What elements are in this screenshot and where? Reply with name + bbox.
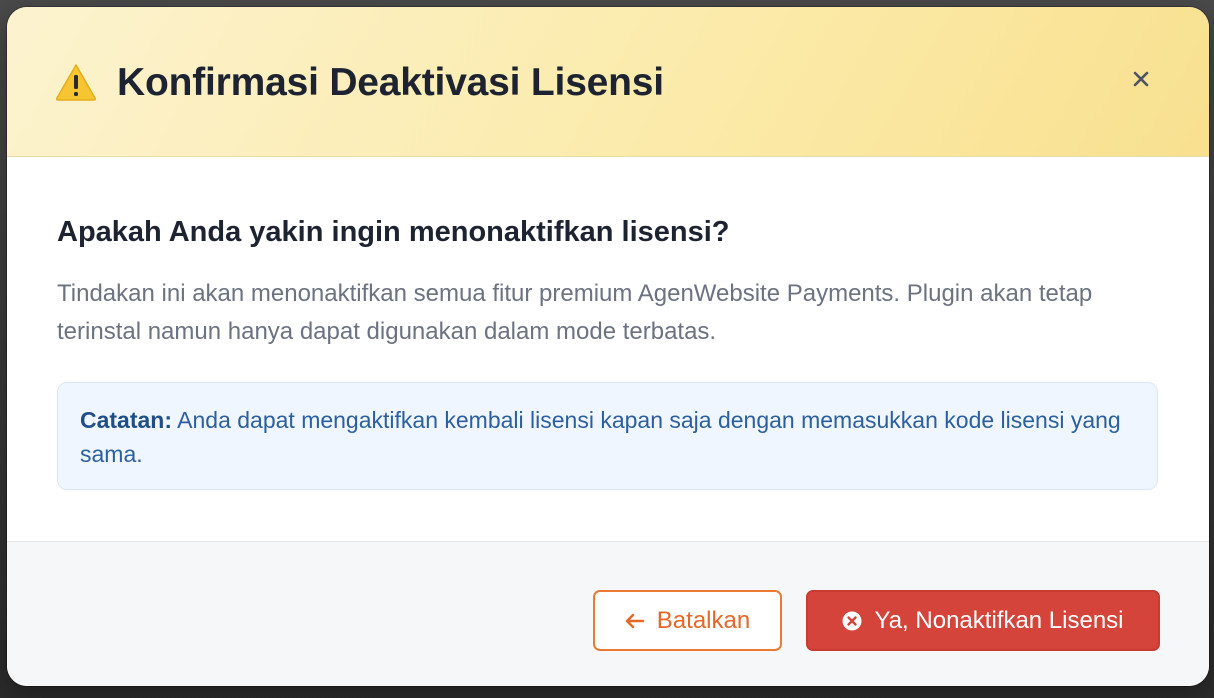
close-icon [1133,71,1149,92]
close-button[interactable] [1125,65,1157,97]
cancel-button[interactable]: Batalkan [593,590,782,651]
confirm-label: Ya, Nonaktifkan Lisensi [874,606,1124,634]
x-circle-icon [842,611,862,631]
deactivation-dialog: Konfirmasi Deaktivasi Lisensi Apakah And… [7,7,1209,686]
note-box: Catatan: Anda dapat mengaktifkan kembali… [57,382,1158,490]
warning-icon [55,63,97,101]
arrow-left-icon [625,613,645,629]
dialog-title: Konfirmasi Deaktivasi Lisensi [117,61,664,104]
cancel-label: Batalkan [656,606,751,634]
dialog-header: Konfirmasi Deaktivasi Lisensi [7,7,1209,157]
confirmation-description: Tindakan ini akan menonaktifkan semua fi… [57,280,1093,345]
dialog-footer: Batalkan Ya, Nonaktifkan Lisensi [7,541,1209,686]
dialog-body: Apakah Anda yakin ingin menonaktifkan li… [7,157,1209,541]
note-label: Catatan: [80,407,173,433]
note-text: Anda dapat mengaktifkan kembali lisensi … [80,407,1121,467]
confirmation-question: Apakah Anda yakin ingin menonaktifkan li… [57,216,730,248]
confirm-deactivate-button[interactable]: Ya, Nonaktifkan Lisensi [806,590,1160,651]
